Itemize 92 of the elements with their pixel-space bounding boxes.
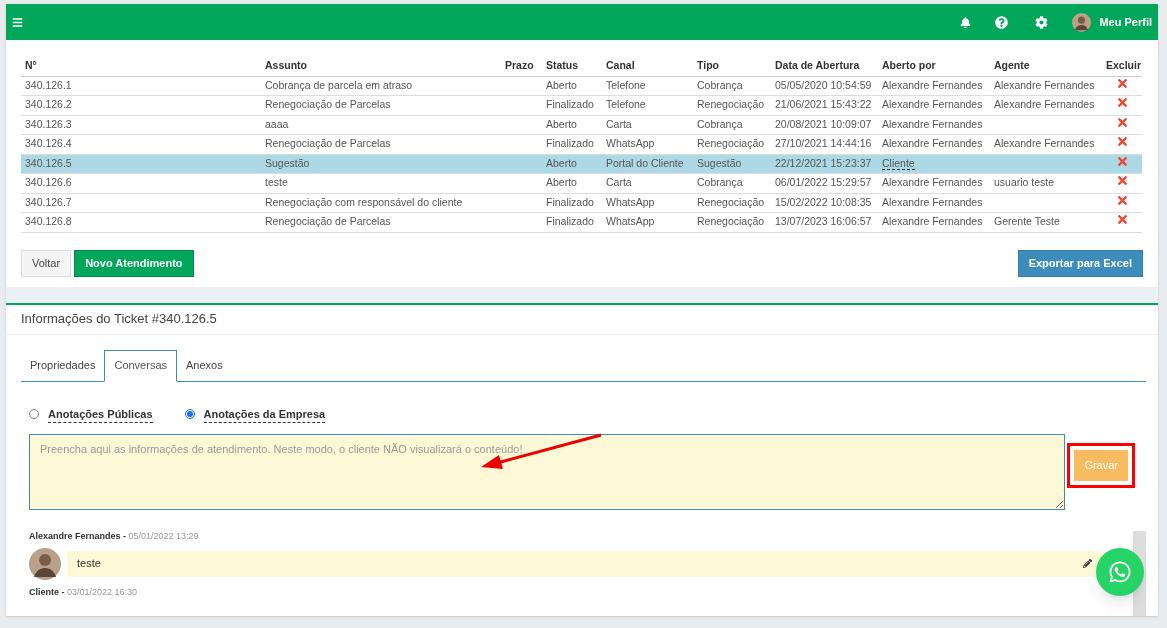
- table-cell: Carta: [606, 117, 632, 130]
- table-cell: Alexandre Fernandes: [882, 98, 983, 111]
- column-header: Canal: [606, 58, 635, 71]
- table-row[interactable]: 340.126.4 Renegociação de Parcelas Finalizado WhatsApp Renegociação 27/10/2021 14:44:16 Alexandre Fernandes Alexandre Fernandes: [21, 134, 1142, 154]
- table-cell: Alexandre Fernandes: [994, 78, 1095, 91]
- note-field[interactable]: Preencha aqui as informações de atendimento. Neste modo, o cliente NÃO visualizará o conteúdo!: [29, 434, 1066, 510]
- comment-author: Alexandre Fernandes -: [29, 531, 127, 541]
- tab[interactable]: Conversas: [104, 349, 177, 382]
- column-header: Aberto por: [882, 58, 936, 71]
- column-header: N°: [25, 58, 37, 71]
- table-cell: 340.126.6: [25, 176, 72, 189]
- table-row[interactable]: 340.126.2 Renegociação de Parcelas Finalizado Telefone Renegociação 21/06/2021 15:43:22 Alexandre Fernandes Alexandre Fernandes: [21, 95, 1142, 115]
- table-cell: Finalizado: [546, 195, 594, 208]
- table-cell: Alexandre Fernandes: [882, 117, 983, 130]
- table-cell: Alexandre Fernandes: [882, 195, 983, 208]
- table-cell: Cobrança: [697, 176, 743, 189]
- tab[interactable]: Propriedades: [21, 349, 105, 381]
- table-cell: Telefone: [606, 98, 646, 111]
- column-header: Status: [546, 58, 579, 71]
- table-row[interactable]: 340.126.7 Renegociação com responsável do cliente Finalizado WhatsApp Renegociação 15/02/2022 10:08:35 Alexandre Fernandes: [21, 193, 1142, 213]
- back-button[interactable]: Voltar: [21, 249, 72, 277]
- table-cell: Alexandre Fernandes: [994, 137, 1095, 150]
- table-cell: Telefone: [606, 78, 646, 91]
- table-cell: Alexandre Fernandes: [994, 98, 1095, 111]
- table-cell: Renegociação: [697, 98, 765, 111]
- table-cell: 05/05/2020 10:54:59: [775, 78, 872, 91]
- user-link[interactable]: Cliente: [882, 156, 915, 170]
- table-row[interactable]: 340.126.8 Renegociação de Parcelas Finalizado WhatsApp Renegociação 13/07/2023 16:06:57 Alexandre Fernandes Gerente Teste: [21, 212, 1142, 232]
- table-cell: WhatsApp: [606, 215, 655, 228]
- table-row[interactable]: 340.126.3 aaaa Aberto Carta Cobrança 20/08/2021 10:09:07 Alexandre Fernandes: [21, 115, 1142, 135]
- table-cell: usuario teste: [994, 176, 1055, 189]
- table-cell: 15/02/2022 10:08:35: [775, 195, 872, 208]
- table-cell: Carta: [606, 176, 632, 189]
- tab[interactable]: Anexos: [177, 349, 232, 381]
- table-cell: 21/06/2021 15:43:22: [775, 98, 872, 111]
- table-cell: WhatsApp: [606, 195, 655, 208]
- table-cell: Alexandre Fernandes: [882, 78, 983, 91]
- radio-label[interactable]: Anotações Públicas: [48, 405, 153, 423]
- table-cell: Cobrança: [697, 117, 743, 130]
- table-cell: Renegociação de Parcelas: [265, 98, 391, 111]
- radio-label[interactable]: Anotações da Empresa: [203, 405, 326, 423]
- table-cell: Portal do Cliente: [606, 156, 684, 169]
- table-cell: 340.126.4: [25, 137, 72, 150]
- column-header: Prazo: [505, 58, 534, 71]
- table-cell: teste: [265, 176, 288, 189]
- table-cell: 13/07/2023 16:06:57: [775, 215, 872, 228]
- table-cell: Aberto: [546, 156, 577, 169]
- table-cell: 340.126.5: [25, 156, 72, 169]
- table-cell: Alexandre Fernandes: [882, 176, 983, 189]
- comment-time: 03/01/2022 16:30: [67, 586, 138, 597]
- table-cell: Aberto: [546, 176, 577, 189]
- table-cell: Gerente Teste: [994, 215, 1060, 228]
- table-cell: Cobrança: [697, 78, 743, 91]
- comment-text: teste: [77, 556, 101, 572]
- table-cell: Aberto: [546, 78, 577, 91]
- table-cell: Sugestão: [265, 156, 310, 169]
- table-cell: Alexandre Fernandes: [882, 215, 983, 228]
- table-cell: 340.126.8: [25, 215, 72, 228]
- table-cell: WhatsApp: [606, 137, 655, 150]
- table-cell: Aberto: [546, 117, 577, 130]
- table-cell: Renegociação: [697, 137, 765, 150]
- table-cell: Finalizado: [546, 98, 594, 111]
- table-cell: Cobrança de parcela em atraso: [265, 78, 413, 91]
- table-row[interactable]: 340.126.6 teste Aberto Carta Cobrança 06/01/2022 15:29:57 Alexandre Fernandes usuario teste: [21, 173, 1142, 193]
- column-header: Data de Abertura: [775, 58, 860, 71]
- table-cell: Renegociação de Parcelas: [265, 215, 391, 228]
- table-cell: 340.126.3: [25, 117, 72, 130]
- table-cell: 340.126.2: [25, 98, 72, 111]
- column-header: Excluir: [1106, 58, 1142, 71]
- table-cell: 340.126.1: [25, 78, 72, 91]
- table-cell: Sugestão: [697, 156, 742, 169]
- panel-title: Informações do Ticket #340.126.5: [21, 310, 217, 329]
- table-cell: Alexandre Fernandes: [882, 137, 983, 150]
- comment-author: Cliente -: [29, 586, 65, 597]
- table-cell: 27/10/2021 14:44:16: [775, 137, 872, 150]
- table-cell: 22/12/2021 15:23:37: [775, 156, 872, 169]
- table-cell: Finalizado: [546, 215, 594, 228]
- comment-time: 05/01/2022 13:29: [128, 531, 199, 541]
- table-cell: Renegociação: [697, 195, 765, 208]
- table-cell: Renegociação de Parcelas: [265, 137, 391, 150]
- column-header: Tipo: [697, 58, 719, 71]
- column-header: Assunto: [265, 58, 307, 71]
- table-row[interactable]: 340.126.1 Cobrança de parcela em atraso Aberto Telefone Cobrança 05/05/2020 10:54:59 Alexandre Fernandes Alexandre Fernandes: [21, 76, 1142, 96]
- export-button[interactable]: Exportar para Excel: [1017, 249, 1143, 277]
- table-cell: 06/01/2022 15:29:57: [775, 176, 872, 189]
- column-header: Agente: [994, 58, 1030, 71]
- table-cell: 340.126.7: [25, 195, 72, 208]
- table-cell: 20/08/2021 10:09:07: [775, 117, 872, 130]
- table-cell: Renegociação: [697, 215, 765, 228]
- table-cell: aaaa: [265, 117, 289, 130]
- table-cell: Renegociação com responsável do cliente: [265, 195, 463, 208]
- table-cell: Finalizado: [546, 137, 594, 150]
